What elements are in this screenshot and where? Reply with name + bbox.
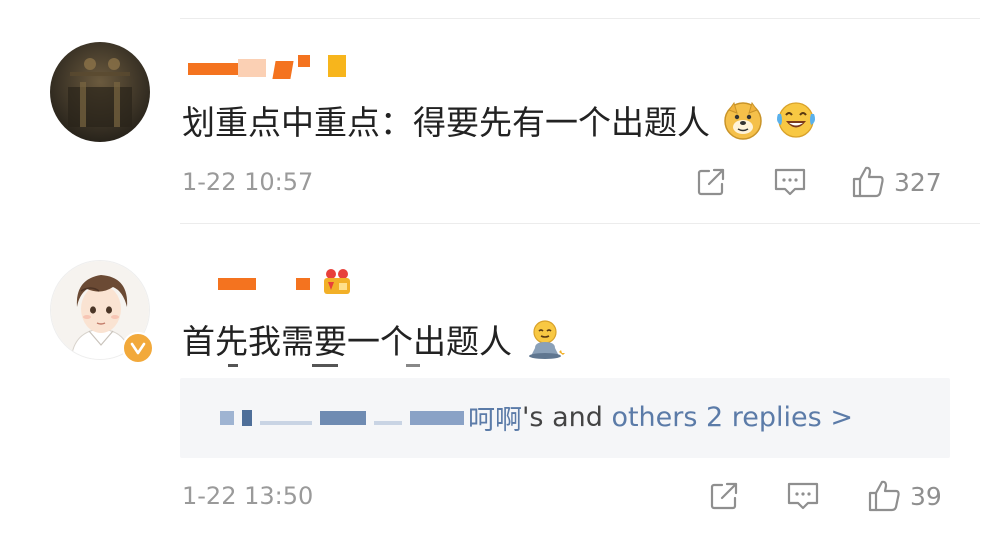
comment-thread: 划重点中重点：得要先有一个出题人 1-22 10:57 327 首先我需要一个出… [0,0,1000,552]
share-icon [697,168,725,196]
avatar-wrapper[interactable] [50,260,155,365]
replies-connector: 's and [522,402,612,433]
crown-icon [320,266,354,298]
verified-badge-icon [122,332,154,364]
replier-names-redacted [220,409,464,426]
divider [180,223,980,224]
view-replies-link[interactable]: others 2 replies > [611,402,852,433]
doge-emoji [723,100,763,149]
clipped-text-fragment [312,364,338,367]
comment-icon [774,168,806,196]
comment-button[interactable] [786,480,820,512]
share-button[interactable] [708,480,740,512]
clipped-text-fragment [228,364,238,367]
timestamp: 1-22 13:50 [182,482,314,510]
like-button[interactable]: 327 [850,164,942,200]
laugh-cry-emoji [775,100,817,149]
timestamp: 1-22 10:57 [182,168,314,196]
comment-icon [787,482,819,510]
comment-text: 划重点中重点：得要先有一个出题人 [182,100,817,149]
replies-summary-text[interactable]: 呵啊 's and others 2 replies > [220,398,853,437]
like-count: 327 [894,167,942,197]
meditating-emoji [525,318,565,369]
comment-body: 首先我需要一个出题人 [182,322,512,361]
share-button[interactable] [695,166,727,198]
like-button[interactable]: 39 [866,478,942,514]
username-redacted[interactable] [210,262,360,302]
replier-name: 呵啊 [468,405,522,436]
comment-body: 划重点中重点：得要先有一个出题人 [182,103,710,142]
share-icon [710,482,738,510]
like-icon [868,480,900,512]
comment-text: 首先我需要一个出题人 [182,318,565,369]
comment-button[interactable] [773,166,807,198]
divider [180,18,980,19]
avatar[interactable] [50,42,150,142]
username-redacted[interactable] [188,55,363,85]
like-icon [852,166,884,198]
replies-summary[interactable]: 呵啊 's and others 2 replies > [180,378,950,458]
like-count: 39 [910,481,942,511]
clipped-text-fragment [406,364,420,367]
